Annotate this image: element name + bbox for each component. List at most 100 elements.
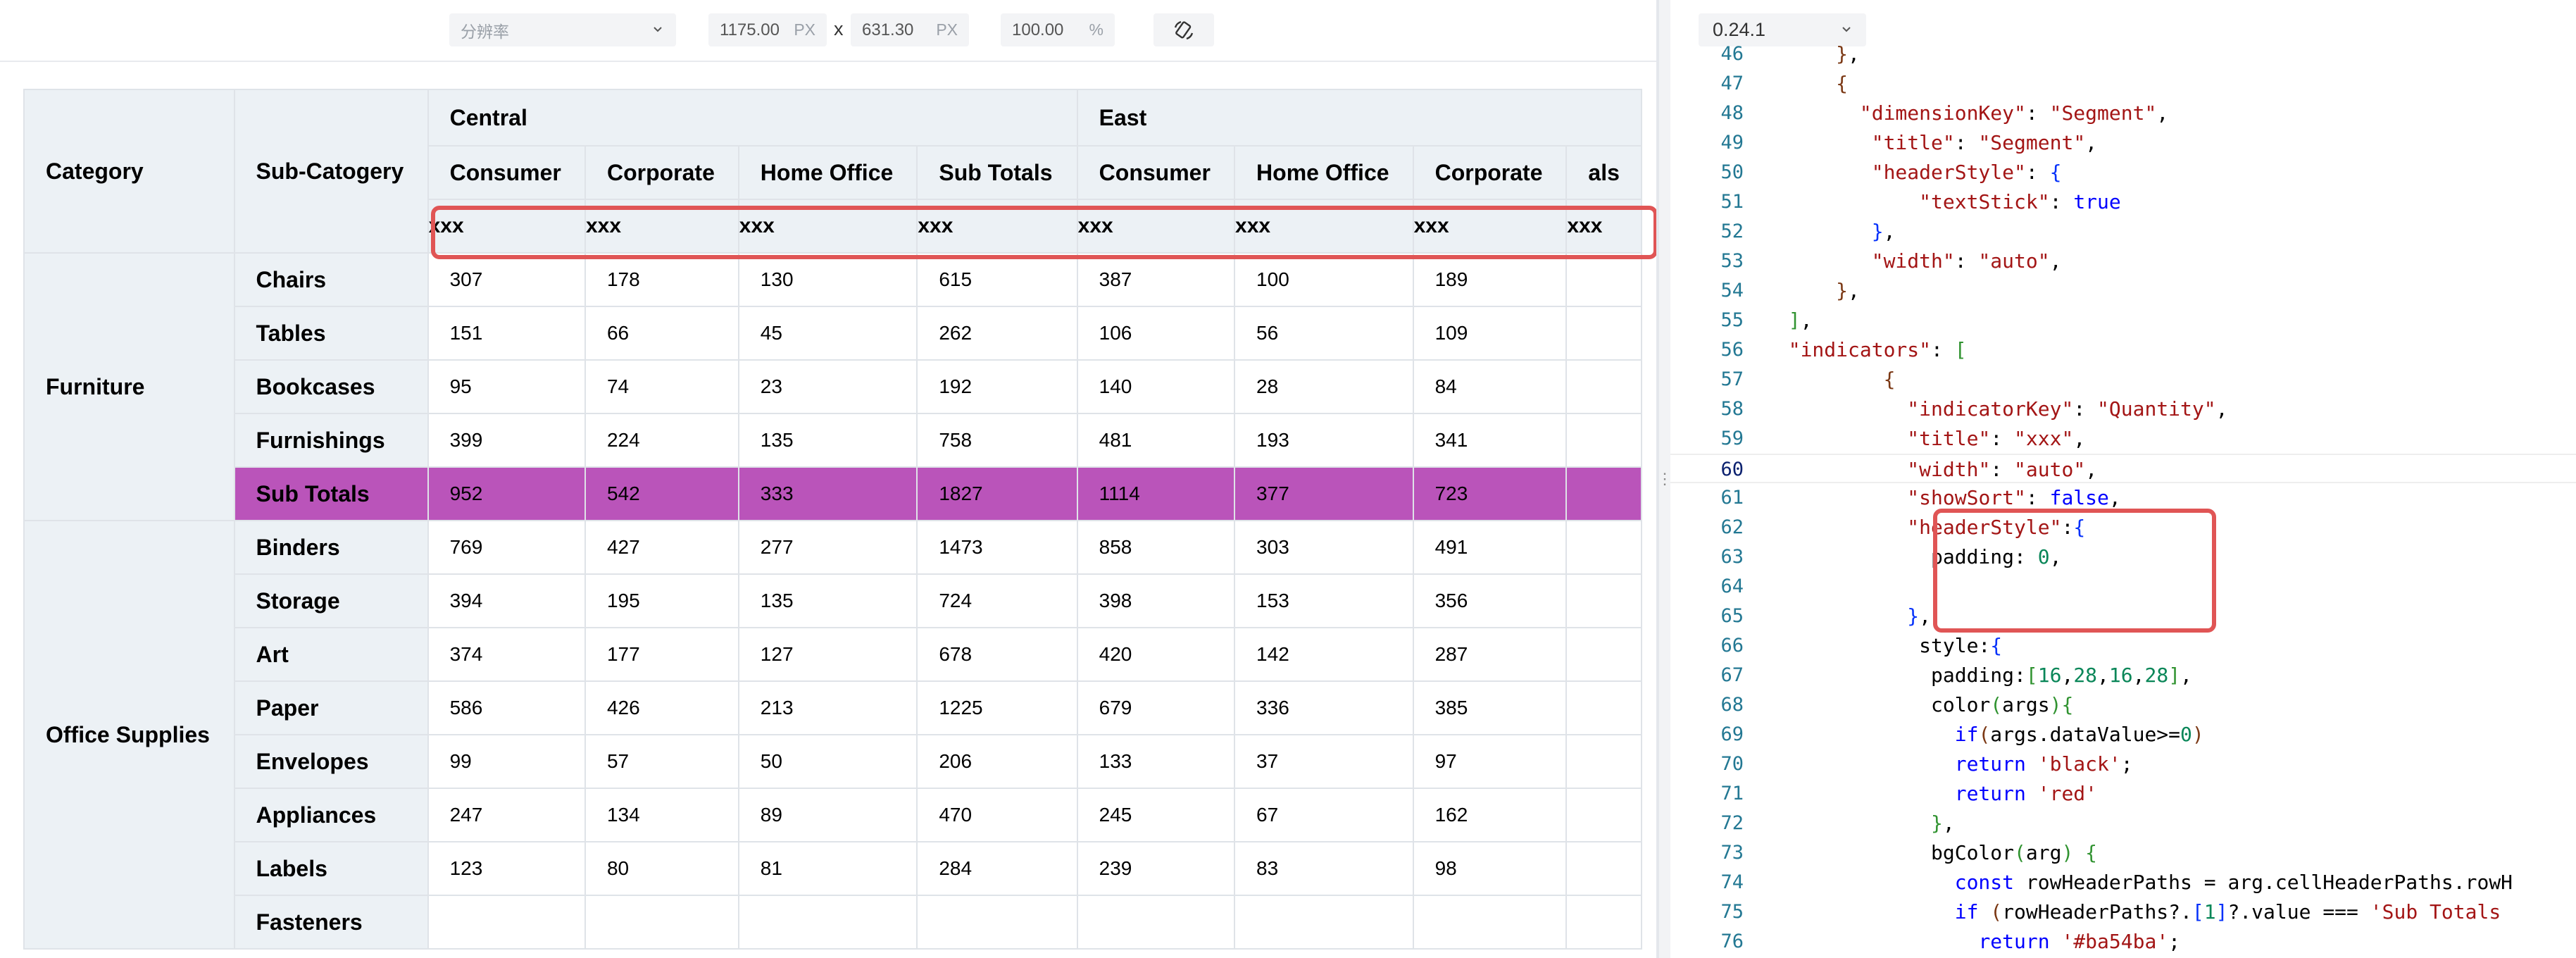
code-line[interactable]: 54 }, (1670, 276, 2576, 306)
code-line[interactable]: 76 return '#ba54ba'; (1670, 927, 2576, 957)
value-cell[interactable]: 398 (1076, 573, 1236, 628)
value-cell[interactable]: 470 (916, 788, 1078, 842)
indicator-header[interactable]: xxx (1565, 199, 1642, 254)
code-line[interactable]: 53 "width": "auto", (1670, 247, 2576, 276)
value-cell[interactable]: 133 (1076, 734, 1236, 789)
value-cell[interactable]: 426 (584, 680, 739, 735)
subcategory-header[interactable]: Bookcases (233, 359, 429, 414)
subcategory-header[interactable]: Envelopes (233, 734, 429, 789)
code-line[interactable]: 72 }, (1670, 809, 2576, 838)
value-cell[interactable]: 195 (584, 573, 739, 628)
value-cell[interactable]: 394 (427, 573, 586, 628)
value-cell[interactable] (1412, 895, 1568, 950)
value-cell[interactable]: 151 (427, 306, 586, 361)
code-line[interactable]: 66 style:{ (1670, 631, 2576, 661)
value-cell[interactable]: 723 (1412, 466, 1568, 521)
subcategory-header[interactable]: Paper (233, 680, 429, 735)
value-cell[interactable]: 245 (1076, 788, 1236, 842)
value-cell[interactable]: 28 (1234, 359, 1414, 414)
value-cell[interactable]: 284 (916, 841, 1078, 896)
value-cell[interactable]: 123 (427, 841, 586, 896)
code-line[interactable]: 49 "title": "Segment", (1670, 128, 2576, 158)
region-header-central[interactable]: Central (427, 89, 1078, 147)
resolution-select[interactable]: 分辨率 (449, 13, 676, 46)
value-cell[interactable]: 57 (584, 734, 739, 789)
value-cell[interactable]: 769 (427, 520, 586, 575)
value-cell[interactable]: 427 (584, 520, 739, 575)
value-cell[interactable]: 83 (1234, 841, 1414, 896)
segment-header[interactable]: Corporate (1412, 145, 1568, 200)
code-line[interactable]: 61 "showSort": false, (1670, 483, 2576, 513)
value-cell[interactable]: 1827 (916, 466, 1078, 521)
segment-header[interactable]: Consumer (427, 145, 586, 200)
value-cell[interactable]: 206 (916, 734, 1078, 789)
rotate-button[interactable] (1153, 13, 1214, 46)
value-cell[interactable]: 758 (916, 413, 1078, 468)
value-cell[interactable] (1234, 895, 1414, 950)
code-line[interactable]: 51 "textStick": true (1670, 187, 2576, 217)
value-cell[interactable]: 307 (427, 252, 586, 307)
height-input[interactable]: 631.30 PX (851, 13, 969, 46)
code-line[interactable]: 55 ], (1670, 306, 2576, 335)
indicator-header[interactable]: xxx (1076, 199, 1236, 254)
indicator-header[interactable]: xxx (584, 199, 739, 254)
value-cell[interactable] (584, 895, 739, 950)
code-line[interactable]: 64 (1670, 572, 2576, 602)
subcategory-header[interactable]: Fasteners (233, 895, 429, 950)
code-line[interactable]: 63 padding: 0, (1670, 542, 2576, 572)
value-cell[interactable]: 95 (427, 359, 586, 414)
value-cell[interactable]: 193 (1234, 413, 1414, 468)
value-cell[interactable]: 333 (737, 466, 918, 521)
code-line[interactable]: 70 return 'black'; (1670, 749, 2576, 779)
value-cell[interactable]: 98 (1412, 841, 1568, 896)
code-line[interactable]: 65 }, (1670, 602, 2576, 631)
code-line[interactable]: 46 }, (1670, 39, 2576, 69)
indicator-header[interactable]: xxx (916, 199, 1078, 254)
value-cell[interactable]: 89 (737, 788, 918, 842)
value-cell[interactable]: 153 (1234, 573, 1414, 628)
code-line[interactable]: 69 if(args.dataValue>=0) (1670, 720, 2576, 749)
code-line[interactable]: 74 const rowHeaderPaths = arg.cellHeader… (1670, 868, 2576, 897)
indicator-header[interactable]: xxx (427, 199, 586, 254)
value-cell[interactable]: 97 (1412, 734, 1568, 789)
value-cell[interactable] (737, 895, 918, 950)
value-cell[interactable] (1076, 895, 1236, 950)
subcategory-header[interactable]: Furnishings (233, 413, 429, 468)
indicator-header[interactable]: xxx (1234, 199, 1414, 254)
category-header[interactable]: Furniture (23, 252, 235, 521)
segment-header[interactable]: Home Office (737, 145, 918, 200)
value-cell[interactable]: 387 (1076, 252, 1236, 307)
value-cell[interactable]: 100 (1234, 252, 1414, 307)
value-cell[interactable]: 481 (1076, 413, 1236, 468)
code-line[interactable]: 59 "title": "xxx", (1670, 424, 2576, 454)
segment-header[interactable]: Consumer (1076, 145, 1236, 200)
code-line[interactable]: 60 "width": "auto", (1670, 454, 2576, 483)
value-cell[interactable]: 162 (1412, 788, 1568, 842)
code-line[interactable]: 67 padding:[16,28,16,28], (1670, 661, 2576, 690)
subcategory-header[interactable]: Binders (233, 520, 429, 575)
indicator-header[interactable]: xxx (1412, 199, 1568, 254)
segment-header[interactable]: Corporate (584, 145, 739, 200)
code-line[interactable]: 56 "indicators": [ (1670, 335, 2576, 365)
code-line[interactable]: 58 "indicatorKey": "Quantity", (1670, 394, 2576, 424)
value-cell[interactable]: 84 (1412, 359, 1568, 414)
value-cell[interactable]: 399 (427, 413, 586, 468)
value-cell[interactable]: 45 (737, 306, 918, 361)
value-cell[interactable]: 615 (916, 252, 1078, 307)
value-cell[interactable]: 130 (737, 252, 918, 307)
value-cell[interactable]: 109 (1412, 306, 1568, 361)
subcategory-header[interactable]: Appliances (233, 788, 429, 842)
value-cell[interactable] (427, 895, 586, 950)
value-cell[interactable]: 23 (737, 359, 918, 414)
value-cell[interactable]: 134 (584, 788, 739, 842)
value-cell[interactable]: 99 (427, 734, 586, 789)
width-input[interactable]: 1175.00 PX (708, 13, 827, 46)
value-cell[interactable]: 189 (1412, 252, 1568, 307)
code-line[interactable]: 47 { (1670, 69, 2576, 99)
code-editor[interactable]: 46 }, 47 {48 "dimensionKey": "Segment", 49… (1670, 42, 2576, 958)
value-cell[interactable]: 356 (1412, 573, 1568, 628)
value-cell[interactable]: 66 (584, 306, 739, 361)
value-cell[interactable]: 50 (737, 734, 918, 789)
value-cell[interactable]: 952 (427, 466, 586, 521)
value-cell[interactable]: 679 (1076, 680, 1236, 735)
